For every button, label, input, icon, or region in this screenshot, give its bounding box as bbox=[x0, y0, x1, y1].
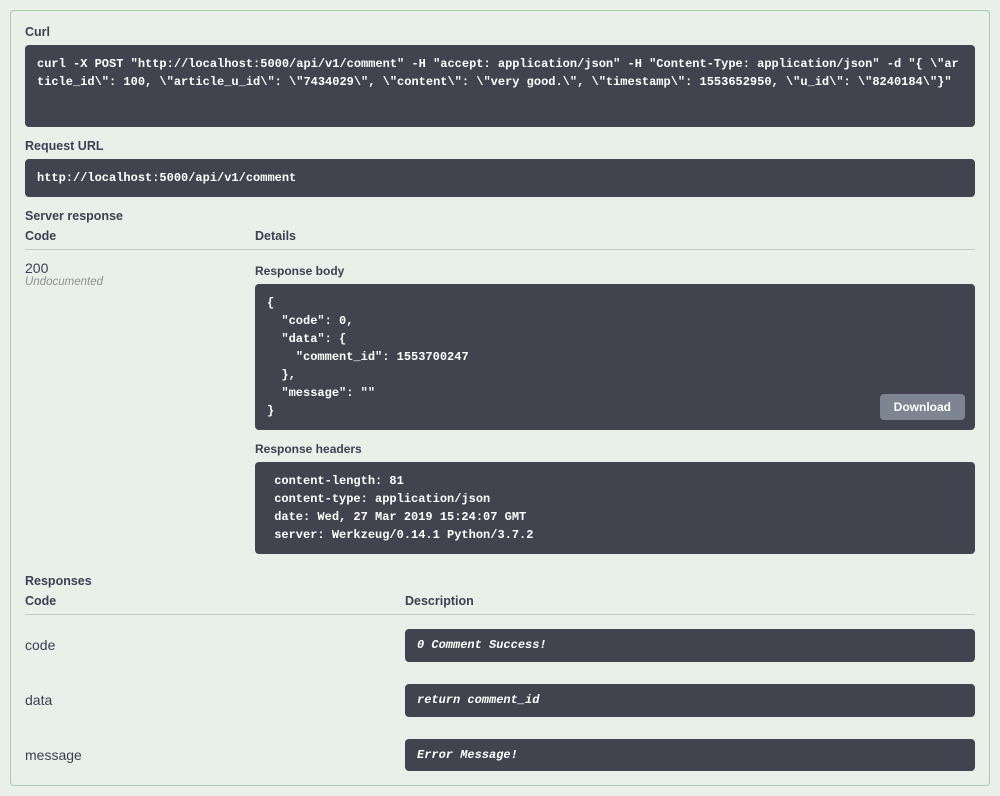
response-headers-label: Response headers bbox=[255, 442, 975, 456]
table-row: message Error Message! bbox=[25, 739, 975, 772]
request-url-label: Request URL bbox=[25, 139, 975, 153]
curl-label: Curl bbox=[25, 25, 975, 39]
responses-label: Responses bbox=[25, 574, 975, 588]
api-response-panel: Curl curl -X POST "http://localhost:5000… bbox=[10, 10, 990, 786]
responses-header-code: Code bbox=[25, 594, 405, 608]
table-row: data return comment_id bbox=[25, 684, 975, 717]
response-desc-block: 0 Comment Success! bbox=[405, 629, 975, 662]
status-col: 200 Undocumented bbox=[25, 260, 255, 554]
response-body-wrap: { "code": 0, "data": { "comment_id": 155… bbox=[255, 284, 975, 430]
response-desc-block: return comment_id bbox=[405, 684, 975, 717]
status-code: 200 bbox=[25, 260, 245, 276]
table-row: code 0 Comment Success! bbox=[25, 629, 975, 662]
server-response-row: 200 Undocumented Response body { "code":… bbox=[25, 260, 975, 554]
response-code-cell: code bbox=[25, 637, 405, 653]
response-body-block[interactable]: { "code": 0, "data": { "comment_id": 155… bbox=[255, 284, 975, 430]
response-desc-cell: 0 Comment Success! bbox=[405, 629, 975, 662]
response-desc-block: Error Message! bbox=[405, 739, 975, 772]
status-undocumented: Undocumented bbox=[25, 276, 245, 288]
responses-header-desc: Description bbox=[405, 594, 975, 608]
response-headers-block[interactable]: content-length: 81 content-type: applica… bbox=[255, 462, 975, 554]
response-body-label: Response body bbox=[255, 264, 975, 278]
response-desc-cell: Error Message! bbox=[405, 739, 975, 772]
header-code: Code bbox=[25, 229, 255, 243]
details-col: Response body { "code": 0, "data": { "co… bbox=[255, 260, 975, 554]
server-response-header: Code Details bbox=[25, 229, 975, 250]
header-details: Details bbox=[255, 229, 975, 243]
responses-header: Code Description bbox=[25, 594, 975, 615]
curl-command-block[interactable]: curl -X POST "http://localhost:5000/api/… bbox=[25, 45, 975, 127]
response-code-cell: message bbox=[25, 747, 405, 763]
download-button[interactable]: Download bbox=[880, 394, 965, 420]
server-response-label: Server response bbox=[25, 209, 975, 223]
response-desc-cell: return comment_id bbox=[405, 684, 975, 717]
response-code-cell: data bbox=[25, 692, 405, 708]
request-url-block[interactable]: http://localhost:5000/api/v1/comment bbox=[25, 159, 975, 197]
